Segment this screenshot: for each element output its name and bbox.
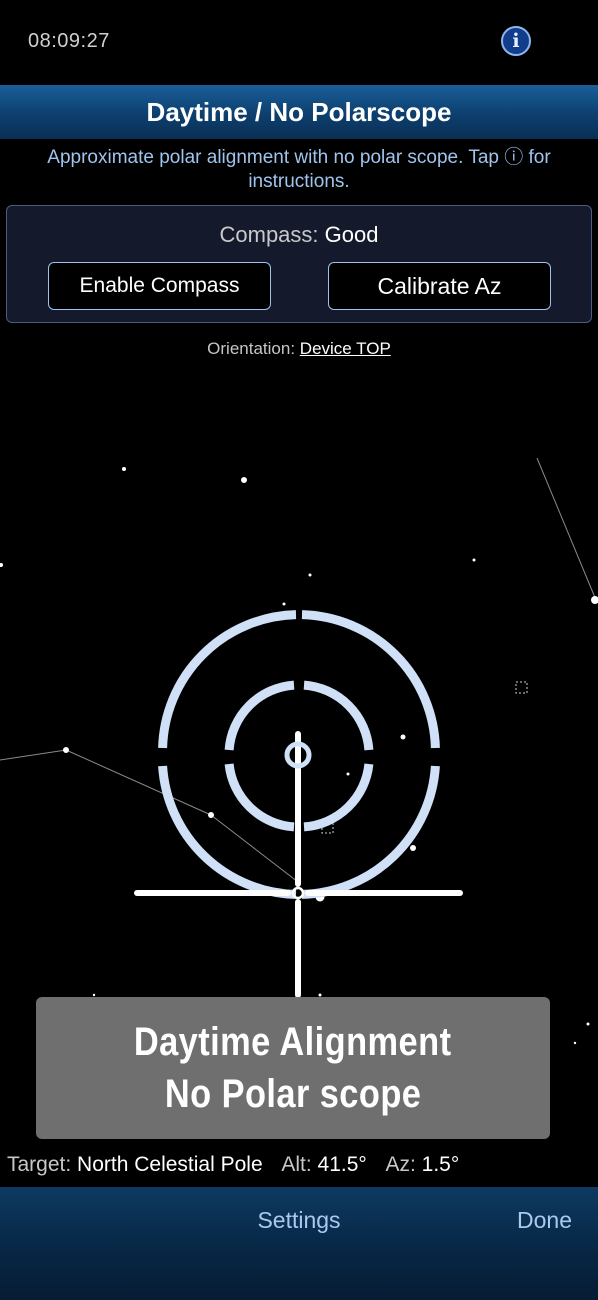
alt-label: Alt: xyxy=(281,1153,312,1176)
az-label: Az: xyxy=(385,1153,416,1176)
calibrate-az-button[interactable]: Calibrate Az xyxy=(328,262,551,310)
page-title: Daytime / No Polarscope xyxy=(146,96,452,127)
alt-value: 41.5° xyxy=(317,1153,367,1176)
orientation-label: Orientation: xyxy=(207,339,296,358)
done-button[interactable]: Done xyxy=(517,1207,572,1234)
target-readout: Target: North Celestial Pole Alt: 41.5° … xyxy=(7,1153,459,1177)
info-glyph: i xyxy=(512,29,520,52)
compass-status-value: Good xyxy=(324,222,379,247)
compass-panel: Compass: Good Enable Compass Calibrate A… xyxy=(6,205,592,323)
orientation-row: Orientation: Device TOP xyxy=(0,339,598,359)
az-value: 1.5° xyxy=(421,1153,460,1176)
banner-line-1: Daytime Alignment xyxy=(134,1020,452,1064)
reticle-crosshair xyxy=(134,731,463,998)
title-bar: Daytime / No Polarscope xyxy=(0,85,598,139)
info-circle-icon[interactable]: i xyxy=(501,26,531,56)
banner-line-2: No Polar scope xyxy=(164,1072,422,1116)
settings-button[interactable]: Settings xyxy=(0,1207,598,1234)
orientation-link[interactable]: Device TOP xyxy=(300,339,391,358)
target-name: North Celestial Pole xyxy=(77,1153,263,1176)
target-label: Target: xyxy=(7,1153,72,1176)
enable-compass-button[interactable]: Enable Compass xyxy=(48,262,271,310)
compass-status: Compass: Good xyxy=(7,222,591,248)
status-bar: 08:09:27 i xyxy=(0,0,598,85)
clock: 08:09:27 xyxy=(28,30,110,52)
mode-banner: Daytime Alignment No Polar scope xyxy=(36,997,550,1139)
polar-alignment-screen: 08:09:27 i Daytime / No Polarscope Appro… xyxy=(0,0,598,1300)
bottom-toolbar: Settings Done xyxy=(0,1187,598,1300)
compass-label: Compass: xyxy=(219,222,319,247)
instructions-text: Approximate polar alignment with no pola… xyxy=(47,147,551,192)
